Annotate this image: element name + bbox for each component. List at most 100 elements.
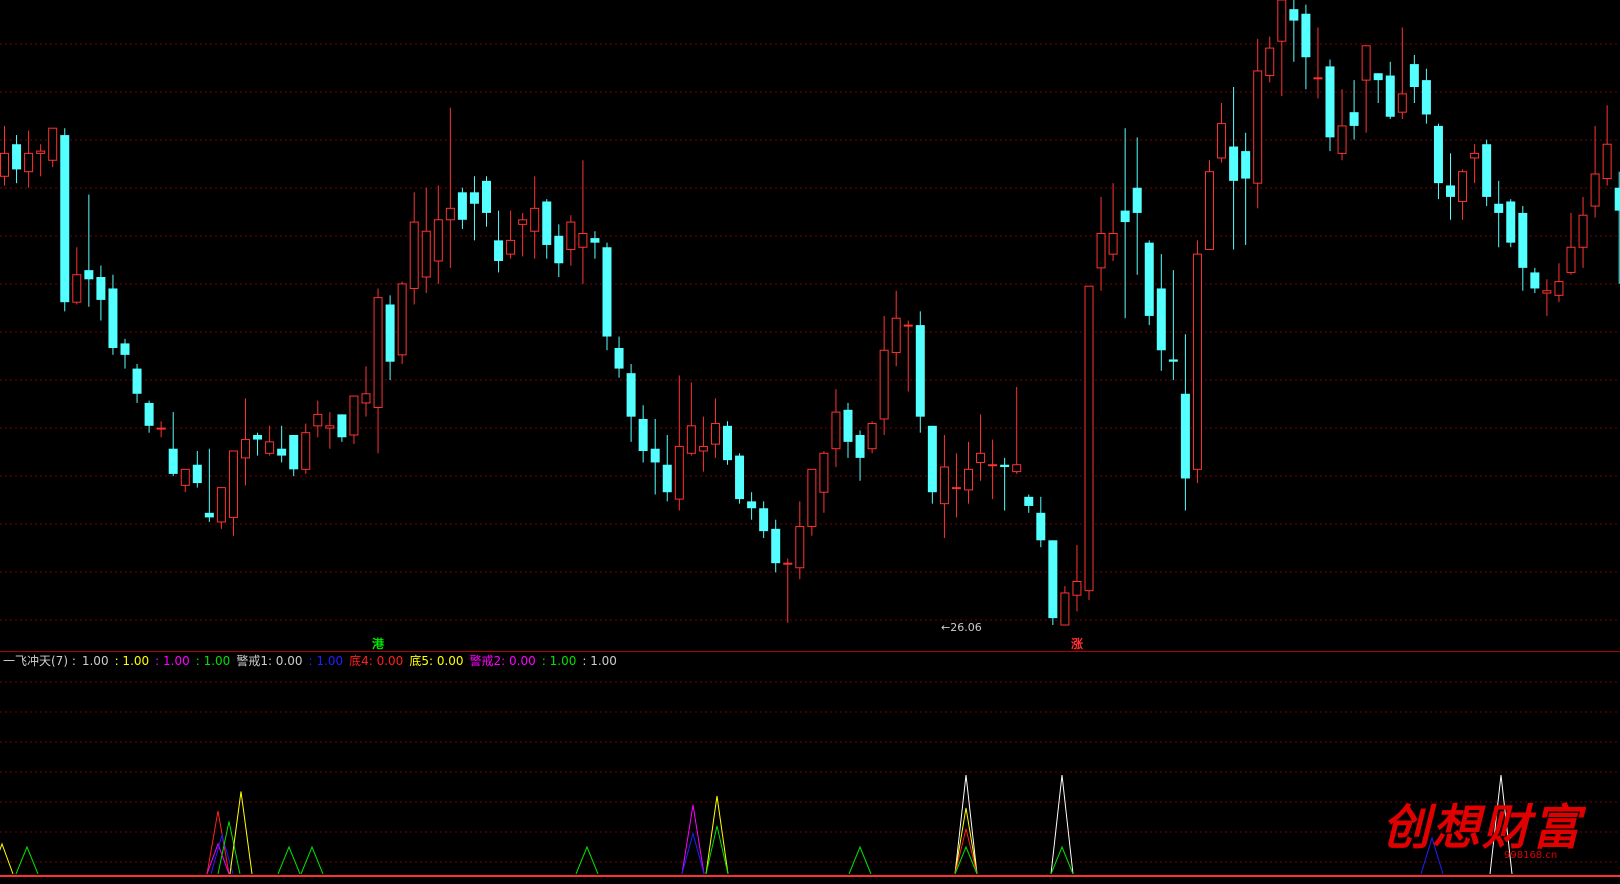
candle-body xyxy=(843,409,853,442)
candle-body xyxy=(891,317,901,354)
candle-body xyxy=(686,425,696,454)
candle-body xyxy=(1458,171,1468,202)
candle-body xyxy=(927,425,937,493)
candle-body xyxy=(12,144,22,170)
candlestick-chart[interactable] xyxy=(0,0,1620,652)
candle-body xyxy=(337,414,347,438)
indicator-spike xyxy=(848,845,872,875)
candle-body xyxy=(0,152,9,177)
candle-body xyxy=(1325,66,1335,138)
indicator-spike xyxy=(1050,774,1074,875)
candle-body xyxy=(614,347,624,369)
legend-item: 一飞冲天(7) : xyxy=(3,654,76,668)
candle-body xyxy=(132,368,142,394)
candle-body xyxy=(710,423,720,445)
candle-body xyxy=(1482,144,1492,197)
candle-body xyxy=(1446,185,1455,197)
candle-body xyxy=(542,201,552,245)
candle-body xyxy=(156,427,166,430)
candle-body xyxy=(1180,393,1190,479)
candle-body xyxy=(638,418,648,452)
candle-body xyxy=(988,464,998,467)
candlestick-plot xyxy=(0,0,1620,652)
candle-body xyxy=(494,240,504,261)
candle-body xyxy=(530,207,540,232)
candle-body xyxy=(469,192,479,204)
candle-body xyxy=(831,411,841,450)
candle-body xyxy=(1409,64,1419,87)
candle-body xyxy=(1144,242,1154,316)
legend-item: : 1.00 xyxy=(308,654,344,668)
indicator-plot xyxy=(0,681,1620,877)
candle-body xyxy=(265,441,275,454)
candle-body xyxy=(120,343,130,355)
candle-body xyxy=(1470,152,1480,159)
indicator-spike xyxy=(1050,845,1074,875)
candle-body xyxy=(1192,253,1202,470)
candle-body xyxy=(1349,112,1359,126)
candle-body xyxy=(1096,233,1106,269)
candle-body xyxy=(1578,214,1588,248)
candle-body xyxy=(1156,288,1166,351)
candle-body xyxy=(783,562,793,565)
candle-body xyxy=(518,219,528,225)
candle-body xyxy=(1000,464,1010,468)
candle-body xyxy=(108,288,118,348)
candle-body xyxy=(373,297,383,409)
indicator-spike xyxy=(15,845,39,875)
candle-body xyxy=(1205,171,1214,251)
candle-body xyxy=(445,207,455,221)
watermark-url: 998168.cn xyxy=(1504,850,1558,861)
candle-body xyxy=(795,526,805,569)
candle-body xyxy=(1614,187,1620,211)
candle-body xyxy=(554,235,564,264)
candle-body xyxy=(1518,212,1528,268)
event-marker[interactable]: 涨 xyxy=(1071,638,1083,651)
candle-body xyxy=(566,221,576,251)
legend-item: 警戒2: 0.00 xyxy=(469,654,536,668)
event-marker[interactable]: 港 xyxy=(372,638,384,651)
candle-body xyxy=(1313,77,1323,80)
indicator-legend: 一飞冲天(7) : 1.00: 1.00: 1.00: 1.00 警戒1: 0.00… xyxy=(3,653,623,669)
candle-body xyxy=(951,487,961,490)
candle-body xyxy=(325,425,335,429)
low-price-label: ←26.06 xyxy=(941,621,982,634)
candle-body xyxy=(1361,45,1371,81)
candle-body xyxy=(903,324,913,327)
candle-body xyxy=(674,445,684,500)
candle-body xyxy=(1024,496,1034,506)
candle-body xyxy=(650,448,660,463)
candle-body xyxy=(96,277,106,300)
candle-body xyxy=(1120,210,1130,223)
candle-body xyxy=(72,274,82,303)
candle-body xyxy=(253,434,263,440)
candle-body xyxy=(964,468,973,491)
candle-body xyxy=(216,487,226,523)
candle-body xyxy=(1590,173,1600,207)
candle-body xyxy=(1421,80,1431,115)
candle-body xyxy=(1012,464,1022,473)
candle-body xyxy=(204,512,214,518)
candle-body xyxy=(1265,47,1275,77)
candle-body xyxy=(771,528,781,564)
candle-body xyxy=(1036,512,1046,541)
candle-body xyxy=(807,468,817,528)
candle-body xyxy=(1108,233,1118,255)
candle-body xyxy=(1433,125,1443,184)
candle-body xyxy=(228,450,238,518)
watermark-title: 创想财富 xyxy=(1382,800,1583,856)
candle-body xyxy=(457,192,467,220)
candle-body xyxy=(1229,146,1239,181)
candle-body xyxy=(1241,151,1251,179)
legend-item: 警戒1: 0.00 xyxy=(236,654,303,668)
candle-body xyxy=(747,501,757,509)
candle-body xyxy=(1566,246,1576,273)
candle-body xyxy=(1530,272,1540,289)
candle-body xyxy=(867,423,877,450)
candle-body xyxy=(1048,540,1058,619)
indicator-panel[interactable] xyxy=(0,652,1620,884)
candle-body xyxy=(144,402,154,426)
candle-body xyxy=(578,233,588,248)
candle-body xyxy=(855,434,865,458)
candle-body xyxy=(433,219,443,262)
